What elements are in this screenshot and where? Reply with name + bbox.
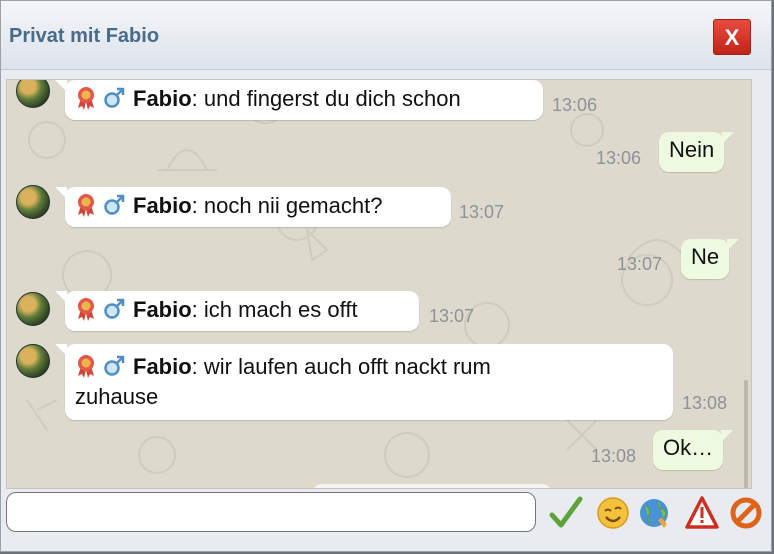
message-time: 13:07 [429, 306, 475, 326]
incoming-message: Fabio: und fingerst du dich schon [55, 80, 543, 120]
sender-name[interactable]: Fabio [133, 354, 192, 379]
message-text: : und fingerst du dich schon [191, 86, 461, 111]
outgoing-message: Ok… [653, 430, 734, 470]
male-gender-icon [103, 298, 125, 320]
chat-scrollbar[interactable] [744, 380, 748, 488]
message-time: 13:06 [552, 95, 598, 115]
warning-icon[interactable] [685, 495, 719, 531]
message-input[interactable] [6, 492, 536, 532]
sender-avatar[interactable] [16, 292, 50, 326]
partial-message [312, 484, 552, 488]
window-title: Privat mit Fabio [9, 25, 160, 47]
award-ribbon-icon [75, 86, 97, 110]
message-text: : noch nii gemacht? [191, 193, 383, 218]
message-line-1: Fabio: wir laufen auch offt nackt rum [75, 352, 663, 382]
message-time: 13:07 [617, 254, 663, 274]
globe-icon[interactable] [638, 495, 672, 531]
message-line-2: zuhause [75, 384, 159, 409]
outgoing-message: Nein [659, 132, 735, 172]
message-time: 13:07 [459, 202, 505, 222]
incoming-message: Fabio: ich mach es offt [55, 291, 419, 331]
outgoing-message: Ne [681, 239, 740, 279]
sender-name[interactable]: Fabio [133, 193, 192, 218]
title-bar[interactable]: Privat mit Fabio X [1, 1, 771, 70]
message-text: : ich mach es offt [191, 297, 358, 322]
message-list[interactable]: Fabio: und fingerst du dich schon 13:06 … [6, 79, 752, 489]
male-gender-icon [103, 194, 125, 216]
incoming-message: Fabio: noch nii gemacht? [55, 187, 451, 227]
message-time: 13:06 [596, 148, 642, 168]
sender-name[interactable]: Fabio [133, 86, 192, 111]
sender-avatar[interactable] [16, 185, 50, 219]
male-gender-icon [103, 87, 125, 109]
award-ribbon-icon [75, 193, 97, 217]
message-text: : wir laufen auch offt nackt rum [191, 354, 491, 379]
smiley-icon[interactable] [596, 495, 630, 531]
block-icon[interactable] [729, 495, 763, 531]
message-time: 13:08 [682, 393, 728, 413]
close-button[interactable]: X [713, 19, 751, 55]
award-ribbon-icon [75, 354, 97, 378]
sender-avatar[interactable] [16, 344, 50, 378]
send-check-icon[interactable] [549, 495, 583, 531]
incoming-message: Fabio: wir laufen auch offt nackt rum zu… [55, 344, 673, 420]
private-chat-window: Privat mit Fabio X Fabio: und fingerst d… [0, 0, 772, 552]
sender-name[interactable]: Fabio [133, 297, 192, 322]
background-pattern [26, 109, 688, 478]
award-ribbon-icon [75, 297, 97, 321]
male-gender-icon [103, 355, 125, 377]
message-time: 13:08 [591, 446, 637, 466]
